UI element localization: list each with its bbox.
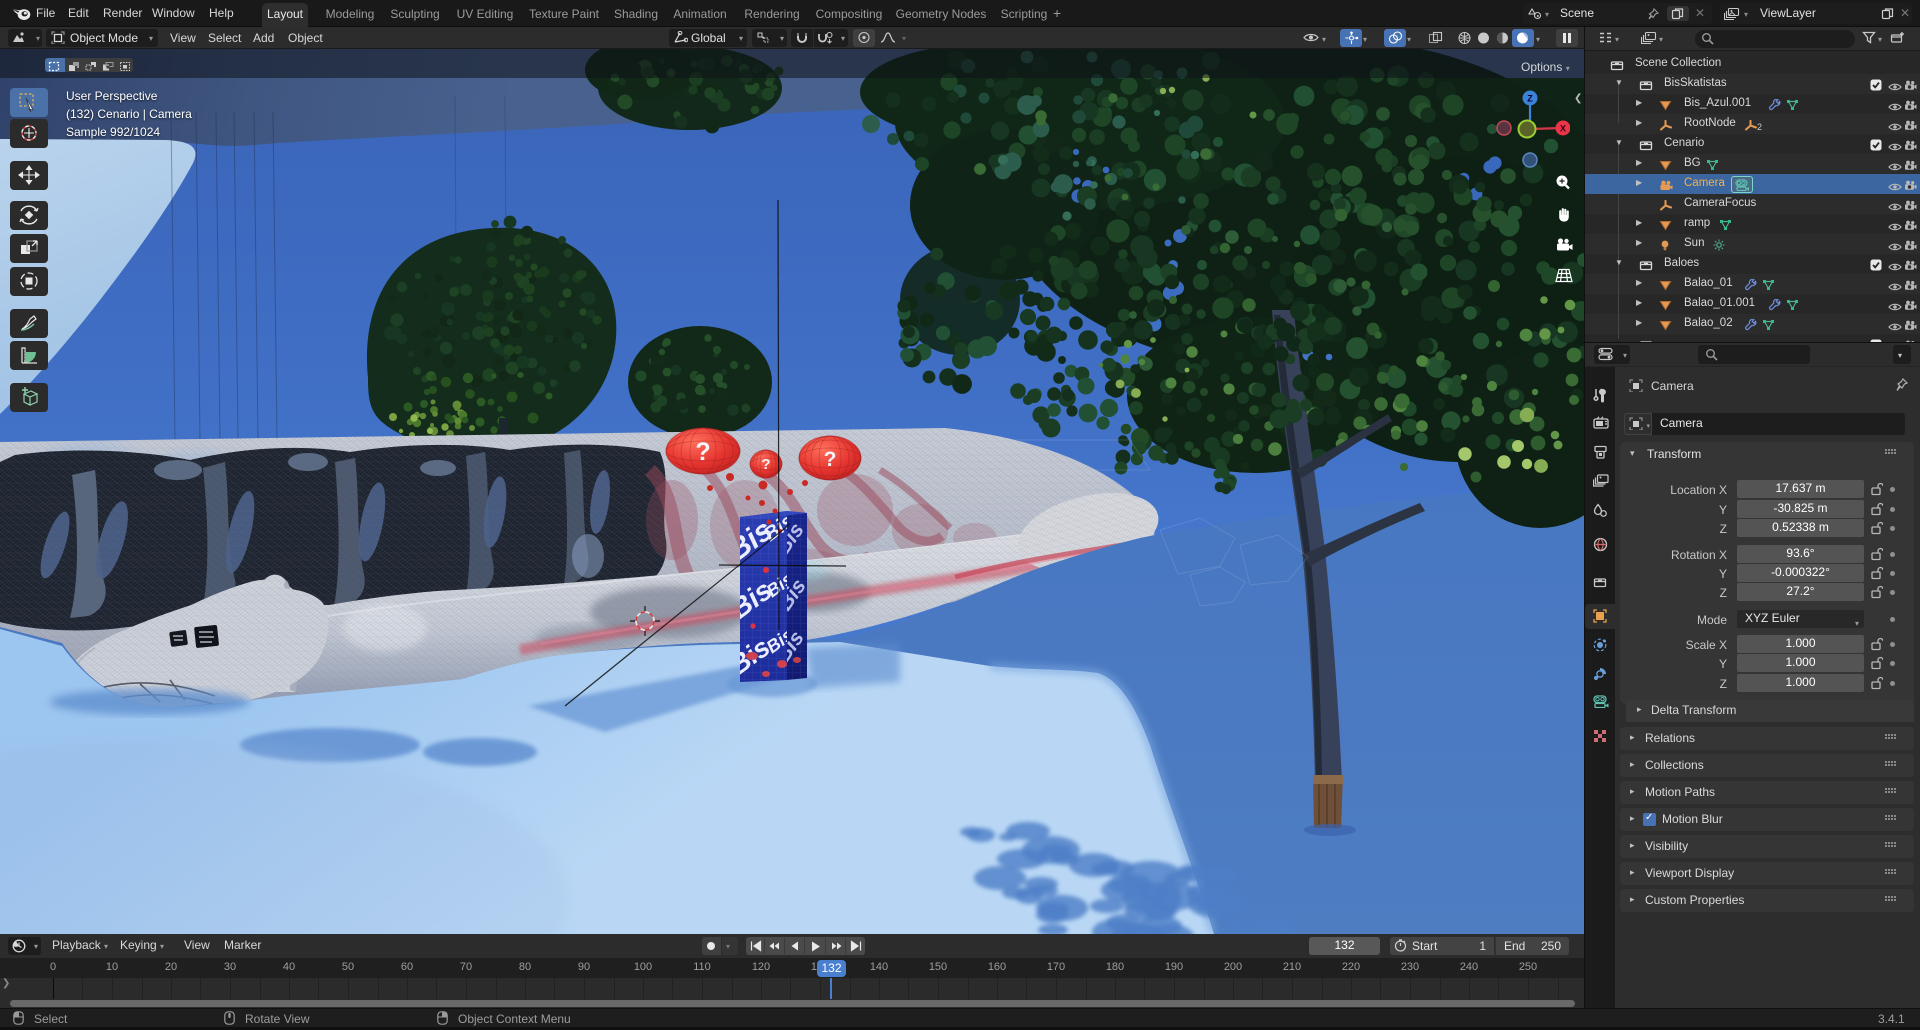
svg-text:Z: Z [1527,94,1533,104]
svg-text:?: ? [761,456,770,473]
svg-text:?: ? [695,438,710,466]
svg-text:X: X [1560,124,1566,134]
svg-text:?: ? [824,448,837,471]
